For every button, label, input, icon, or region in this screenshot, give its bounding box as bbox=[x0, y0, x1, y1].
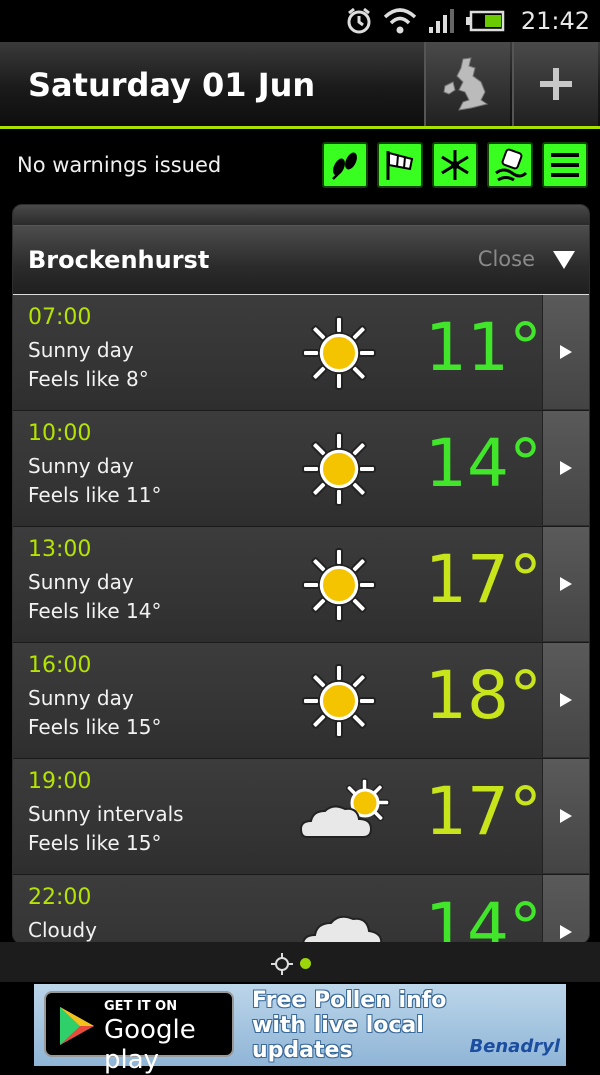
expand-row-button[interactable] bbox=[542, 759, 589, 873]
pollen-icon bbox=[332, 152, 357, 180]
expand-row-button[interactable] bbox=[542, 295, 589, 409]
forecast-row[interactable]: 13:00 Sunny day Feels like 14° 17° bbox=[13, 527, 589, 643]
forecast-temperature: 17° bbox=[425, 773, 542, 850]
forecast-condition: Sunny day bbox=[28, 686, 134, 710]
expand-row-button[interactable] bbox=[542, 411, 589, 525]
forecast-row[interactable]: 10:00 Sunny day Feels like 11° 14° bbox=[13, 411, 589, 527]
forecast-panel: Brockenhurst Close 07:00 Sunny day Feels l… bbox=[12, 204, 590, 944]
status-bar: 21:42 bbox=[0, 0, 600, 42]
wifi-icon bbox=[383, 8, 417, 34]
snow-icon bbox=[441, 150, 469, 180]
location-header[interactable]: Brockenhurst Close bbox=[13, 226, 589, 296]
ad-banner[interactable]: GET IT ON Google play Free Pollen info w… bbox=[34, 984, 566, 1075]
menu-icon bbox=[551, 153, 579, 177]
forecast-feels-like: Feels like 15° bbox=[28, 715, 162, 739]
location-pin-icon[interactable] bbox=[270, 952, 294, 976]
add-location-button[interactable] bbox=[512, 42, 598, 126]
forecast-temperature: 14° bbox=[425, 889, 542, 944]
pollen-button[interactable] bbox=[322, 142, 368, 188]
alarm-icon bbox=[347, 7, 371, 34]
panel-top-edge bbox=[13, 205, 589, 226]
forecast-feels-like: Feels like 8° bbox=[28, 367, 149, 391]
forecast-row[interactable]: 22:00 Cloudy 14° bbox=[13, 875, 589, 944]
page-indicator bbox=[0, 942, 600, 982]
chevron-down-icon[interactable] bbox=[553, 251, 575, 269]
battery-icon bbox=[465, 10, 505, 32]
forecast-condition: Sunny day bbox=[28, 570, 134, 594]
close-button[interactable]: Close bbox=[478, 247, 535, 271]
uv-button[interactable] bbox=[487, 142, 533, 188]
forecast-condition: Sunny day bbox=[28, 454, 134, 478]
ad-brand: Benadryl bbox=[469, 1036, 560, 1057]
uk-map-button[interactable] bbox=[424, 42, 510, 126]
forecast-time: 07:00 bbox=[28, 305, 92, 330]
sun-icon bbox=[299, 661, 379, 741]
sun-icon bbox=[299, 545, 379, 625]
forecast-time: 19:00 bbox=[28, 769, 92, 794]
add-icon bbox=[540, 68, 572, 100]
forecast-feels-like: Feels like 11° bbox=[28, 483, 162, 507]
sun-cloud-icon bbox=[295, 777, 390, 857]
forecast-condition: Sunny day bbox=[28, 338, 134, 362]
snow-button[interactable] bbox=[432, 142, 478, 188]
expand-row-button[interactable] bbox=[542, 527, 589, 641]
app-header: Saturday 01 Jun bbox=[0, 42, 600, 129]
forecast-row[interactable]: 16:00 Sunny day Feels like 15° 18° bbox=[13, 643, 589, 759]
forecast-temperature: 14° bbox=[425, 425, 542, 502]
expand-row-button[interactable] bbox=[542, 875, 589, 943]
cloud-icon bbox=[295, 893, 383, 943]
play-store-icon bbox=[60, 1007, 94, 1045]
clock-time: 21:42 bbox=[520, 7, 590, 35]
expand-row-button[interactable] bbox=[542, 643, 589, 757]
uv-icon bbox=[495, 148, 528, 182]
forecast-condition: Sunny intervals bbox=[28, 802, 184, 826]
page-dot-active[interactable] bbox=[300, 958, 311, 969]
forecast-time: 10:00 bbox=[28, 421, 92, 446]
sun-icon bbox=[299, 313, 379, 393]
wind-icon bbox=[386, 151, 414, 180]
forecast-list: 07:00 Sunny day Feels like 8° 11° 10:00 Sunny… bbox=[13, 295, 589, 944]
store-name: Google play bbox=[104, 1015, 196, 1075]
date-title: Saturday 01 Jun bbox=[28, 66, 316, 104]
google-play-badge[interactable]: GET IT ON Google play bbox=[44, 991, 234, 1075]
uk-map-icon bbox=[443, 57, 489, 111]
menu-button[interactable] bbox=[542, 142, 588, 188]
forecast-time: 22:00 bbox=[28, 885, 92, 910]
sun-icon bbox=[299, 429, 379, 509]
store-top-text: GET IT ON bbox=[104, 999, 178, 1014]
ad-text: Free Pollen info with live local updates bbox=[252, 988, 447, 1063]
wind-button[interactable] bbox=[377, 142, 423, 188]
forecast-condition: Cloudy bbox=[28, 918, 97, 942]
warnings-text: No warnings issued bbox=[17, 153, 222, 177]
forecast-row[interactable]: 19:00 Sunny intervals Feels like 15° 17° bbox=[13, 759, 589, 875]
forecast-row[interactable]: 07:00 Sunny day Feels like 8° 11° bbox=[13, 295, 589, 411]
signal-icon bbox=[428, 9, 454, 33]
forecast-temperature: 11° bbox=[425, 309, 542, 386]
forecast-feels-like: Feels like 15° bbox=[28, 831, 162, 855]
forecast-temperature: 18° bbox=[425, 657, 542, 734]
location-name: Brockenhurst bbox=[28, 246, 210, 274]
forecast-temperature: 17° bbox=[425, 541, 542, 618]
forecast-time: 16:00 bbox=[28, 653, 92, 678]
forecast-feels-like: Feels like 14° bbox=[28, 599, 162, 623]
forecast-time: 13:00 bbox=[28, 537, 92, 562]
warnings-bar: No warnings issued bbox=[0, 129, 600, 201]
